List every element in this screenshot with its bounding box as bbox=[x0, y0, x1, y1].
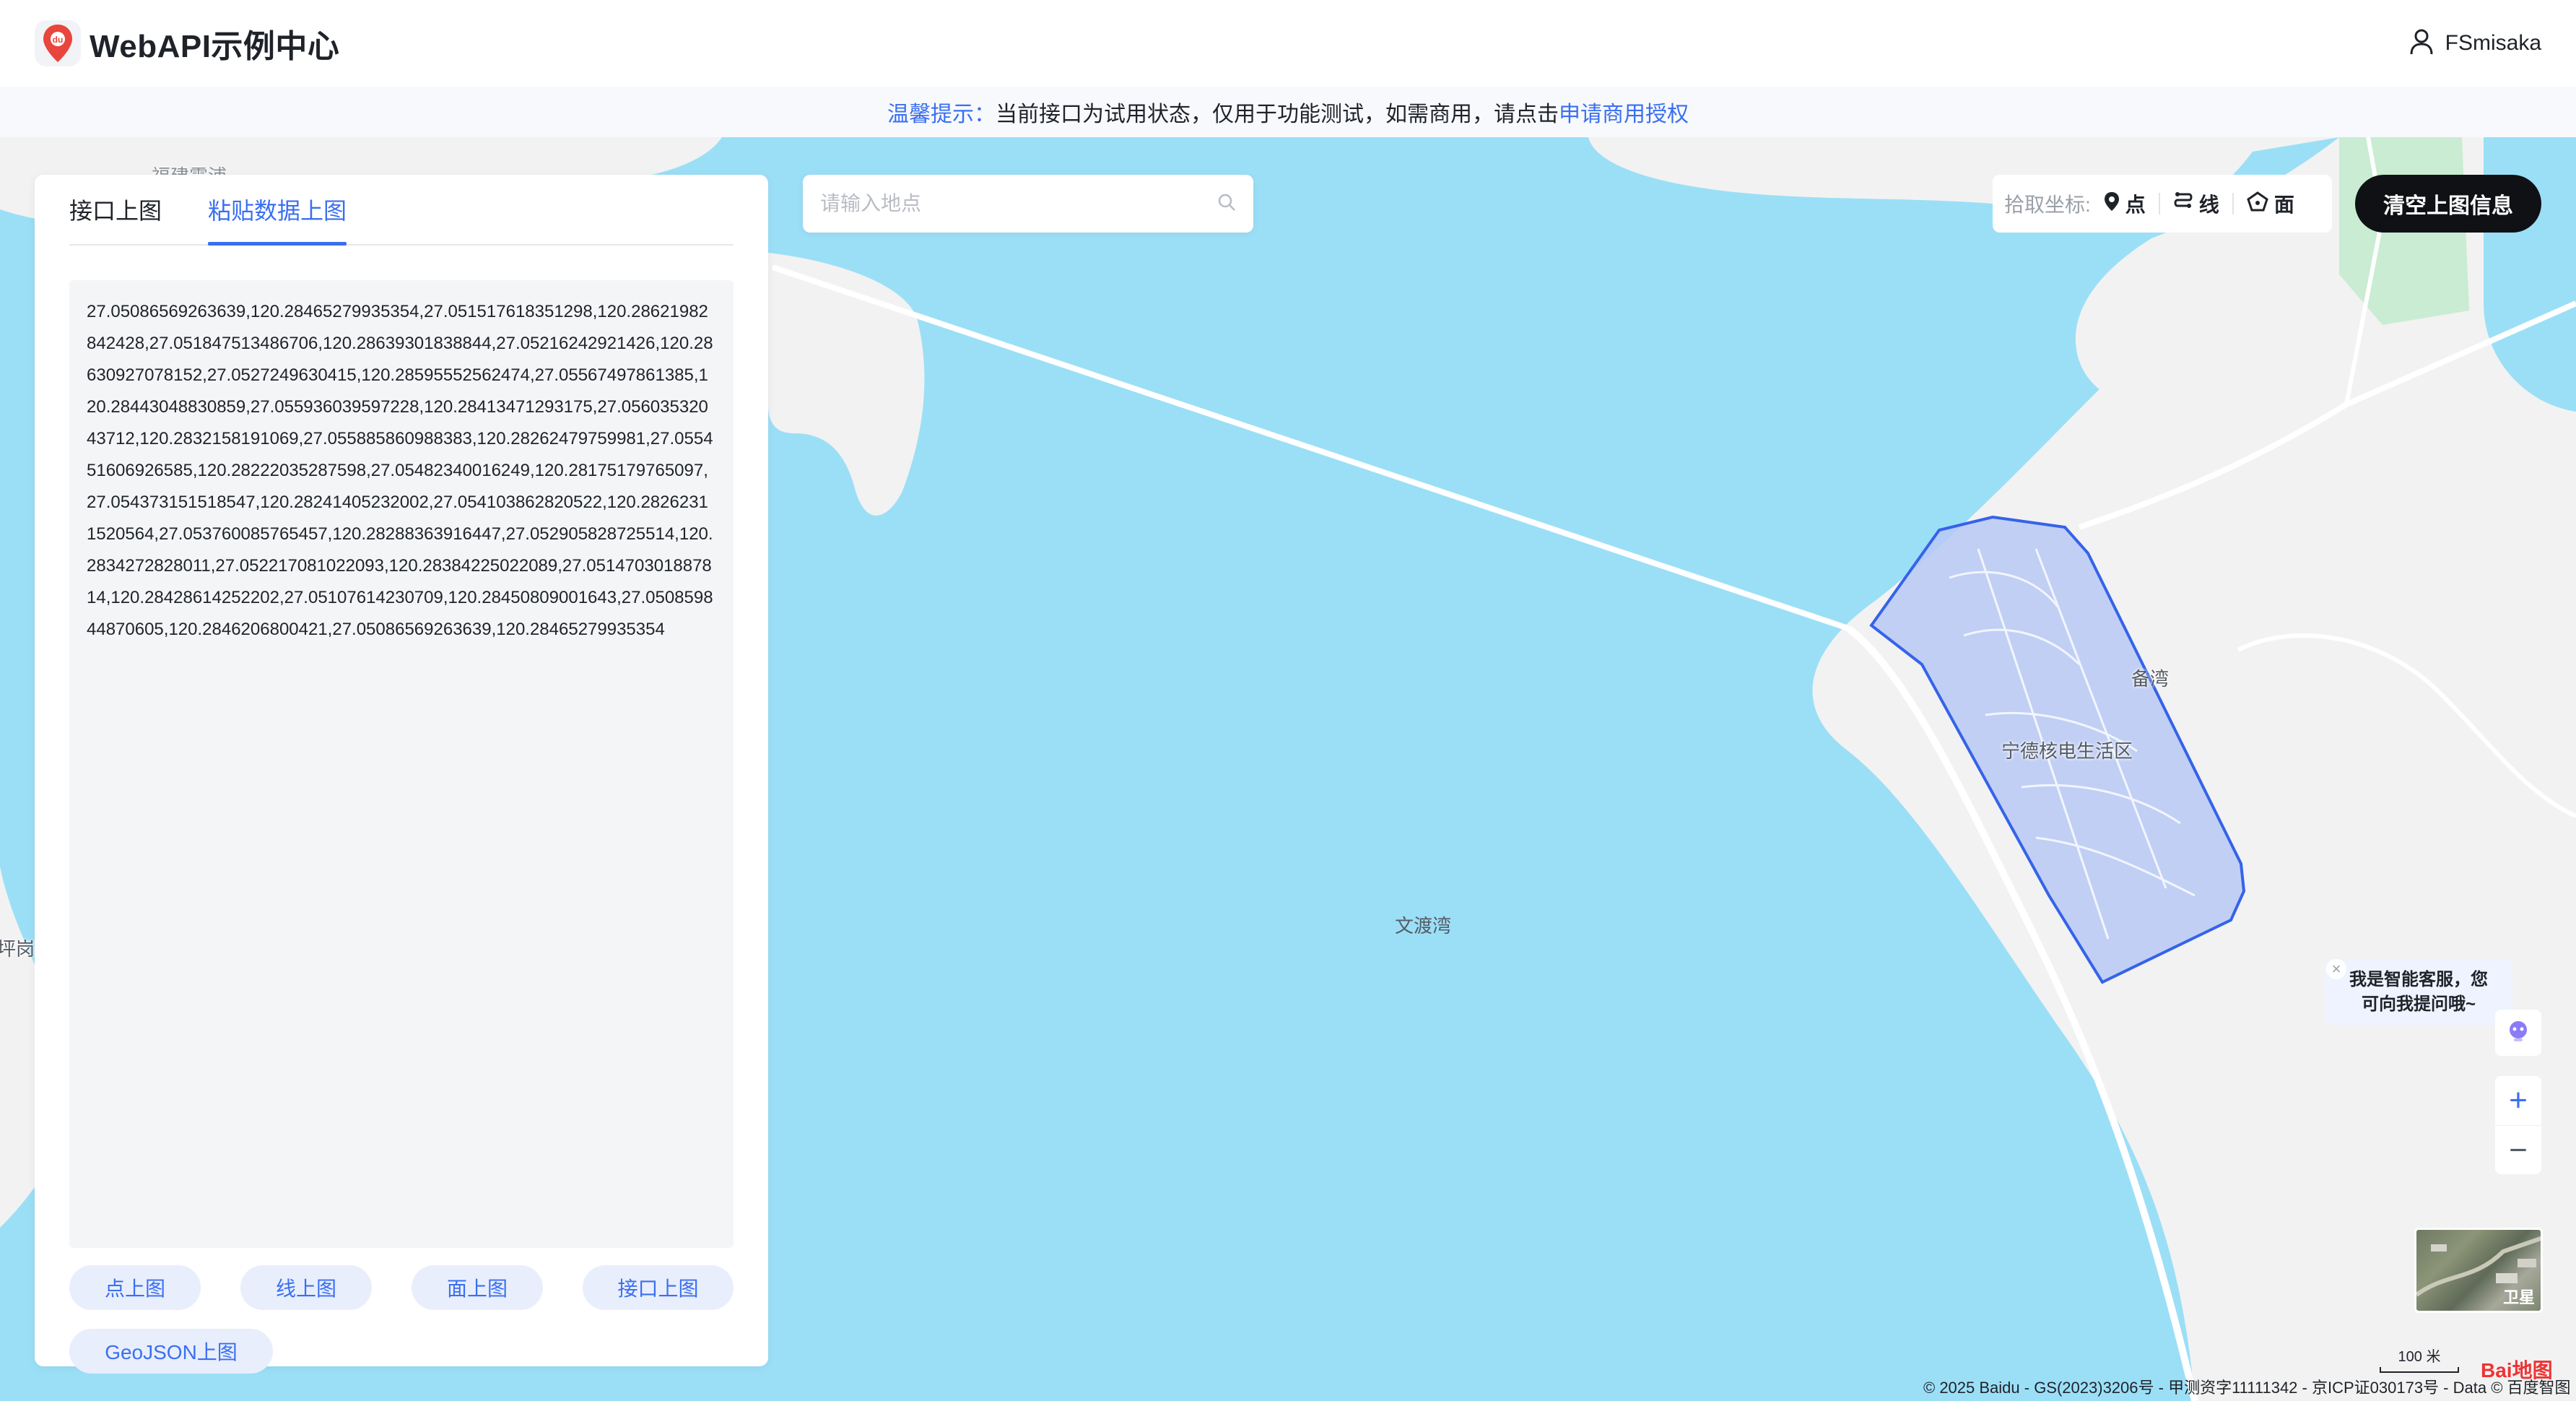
data-input-panel: 接口上图 粘贴数据上图 点上图 线上图 面上图 接口上图 GeoJSON上图 bbox=[35, 175, 768, 1374]
polygon-icon bbox=[2247, 191, 2268, 217]
search-input[interactable] bbox=[820, 192, 1217, 215]
pick-point-label: 点 bbox=[2125, 194, 2146, 216]
satellite-toggle[interactable]: 卫星 bbox=[2414, 1228, 2543, 1313]
zoom-control: + − bbox=[2495, 1076, 2541, 1174]
divider bbox=[2158, 193, 2160, 214]
pick-line-button[interactable]: 线 bbox=[2173, 189, 2219, 218]
svg-text:du: du bbox=[53, 35, 64, 45]
zoom-out-button[interactable]: − bbox=[2495, 1125, 2541, 1174]
panel-tabs: 接口上图 粘贴数据上图 bbox=[69, 175, 734, 246]
line-plot-button[interactable]: 线上图 bbox=[240, 1265, 372, 1310]
map-label-left-edge: 坪岗 bbox=[0, 938, 35, 960]
map-copyright: © 2025 Baidu - GS(2023)3206号 - 甲测资字11111… bbox=[1923, 1379, 2571, 1397]
location-search bbox=[803, 175, 1253, 233]
chat-text-line1: 我是智能客服，您 bbox=[2349, 970, 2488, 989]
tab-paste-data-plot[interactable]: 粘贴数据上图 bbox=[208, 175, 347, 246]
notice-prefix: 温馨提示： bbox=[887, 103, 996, 126]
notice-bar: 温馨提示： 当前接口为试用状态，仅用于功能测试，如需商用，请点击 申请商用授权 bbox=[0, 87, 2576, 137]
map-scale: 100 米 bbox=[2380, 1345, 2459, 1373]
pick-polygon-button[interactable]: 面 bbox=[2247, 189, 2294, 218]
map-label-area: 宁德核电生活区 bbox=[2001, 740, 2133, 762]
clear-map-button[interactable]: 清空上图信息 bbox=[2355, 175, 2541, 233]
scale-label: 100 米 bbox=[2398, 1349, 2441, 1365]
chat-close-icon[interactable]: × bbox=[2326, 959, 2346, 979]
zoom-in-button[interactable]: + bbox=[2495, 1076, 2541, 1125]
divider bbox=[2232, 193, 2234, 214]
coordinate-picker-label: 拾取坐标: bbox=[2004, 194, 2091, 216]
pick-point-button[interactable]: 点 bbox=[2104, 189, 2146, 218]
user-menu[interactable]: FSmisaka bbox=[2409, 28, 2541, 59]
chat-text-line2: 可向我提问哦~ bbox=[2361, 994, 2476, 1014]
polyline-icon bbox=[2173, 191, 2193, 217]
app-header: du WebAPI示例中心 FSmisaka bbox=[0, 0, 2576, 87]
notice-text: 当前接口为试用状态，仅用于功能测试，如需商用，请点击 bbox=[996, 103, 1559, 126]
map-pin-icon bbox=[2104, 191, 2120, 217]
pick-line-label: 线 bbox=[2198, 194, 2219, 216]
baidu-map-logo-icon[interactable]: du bbox=[35, 20, 81, 66]
map-label-bay: 文渡湾 bbox=[1395, 915, 1452, 937]
pick-polygon-label: 面 bbox=[2273, 194, 2294, 216]
tab-api-plot[interactable]: 接口上图 bbox=[69, 175, 162, 244]
point-plot-button[interactable]: 点上图 bbox=[69, 1265, 201, 1310]
app-title: WebAPI示例中心 bbox=[90, 29, 340, 64]
scale-bar bbox=[2380, 1367, 2459, 1373]
coordinate-picker: 拾取坐标: 点 线 面 bbox=[1993, 175, 2332, 233]
api-plot-button[interactable]: 接口上图 bbox=[583, 1265, 734, 1310]
apply-license-link[interactable]: 申请商用授权 bbox=[1559, 96, 1689, 128]
geojson-plot-button[interactable]: GeoJSON上图 bbox=[69, 1329, 273, 1374]
user-name: FSmisaka bbox=[2445, 31, 2541, 55]
search-icon[interactable] bbox=[1217, 193, 1236, 215]
user-icon bbox=[2409, 28, 2434, 59]
ai-assistant-button[interactable] bbox=[2495, 1010, 2541, 1056]
satellite-label: 卫星 bbox=[2502, 1288, 2535, 1306]
coordinates-textarea[interactable] bbox=[69, 280, 734, 1248]
robot-icon bbox=[2506, 1019, 2531, 1047]
chat-bubble[interactable]: 我是智能客服，您 可向我提问哦~ bbox=[2325, 959, 2512, 1025]
map-label-harbor: 备湾 bbox=[2131, 668, 2170, 690]
polygon-plot-button[interactable]: 面上图 bbox=[412, 1265, 543, 1310]
